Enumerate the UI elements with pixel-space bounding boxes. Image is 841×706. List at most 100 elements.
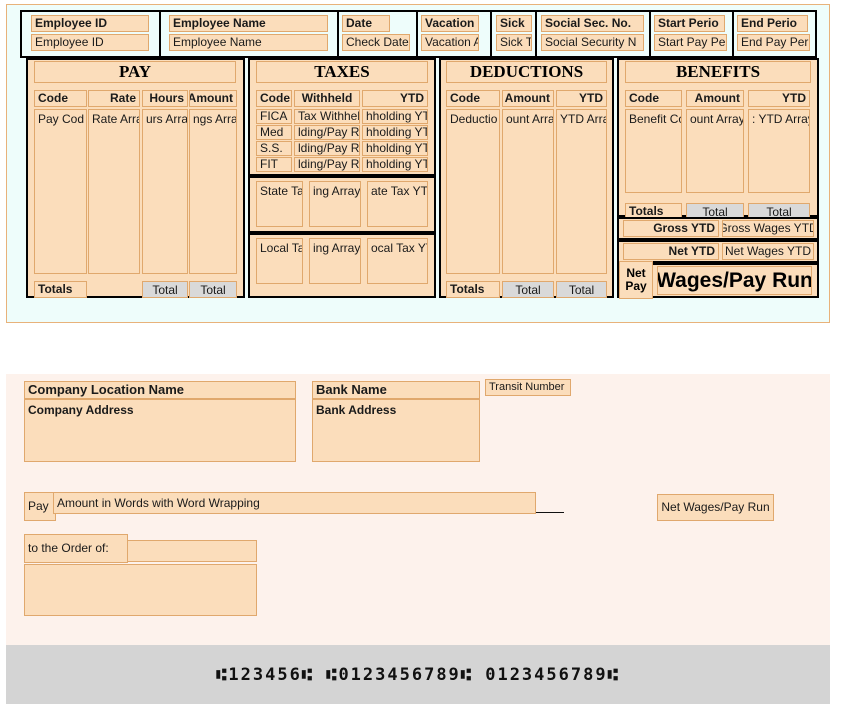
- tax-row-amt-ss[interactable]: lding/Pay Run: [294, 141, 360, 156]
- pay-header-hours: Hours: [142, 90, 188, 107]
- pay-words-label: Pay: [24, 492, 56, 521]
- pay-words-rule: [536, 512, 564, 513]
- header-separator: [20, 10, 22, 58]
- label-employee-id: Employee ID: [31, 15, 149, 32]
- check-panel: Company Location Name Company Address Ba…: [6, 374, 830, 656]
- benefits-cell-ytd[interactable]: : YTD Array: [748, 109, 810, 193]
- pay-totals-label: Totals: [34, 281, 87, 298]
- tax-row-ytd-fit[interactable]: hholding YTD: [362, 157, 428, 172]
- gross-ytd-value[interactable]: Gross Wages YTD: [722, 220, 814, 237]
- benefits-cell-code[interactable]: Benefit Co: [625, 109, 682, 193]
- bank-address[interactable]: Bank Address: [312, 399, 480, 462]
- right-edge: [834, 0, 841, 706]
- benefits-header-code: Code: [625, 90, 682, 107]
- state-tax-ytd[interactable]: ate Tax YTD: [367, 181, 428, 227]
- pay-cell-amount[interactable]: ngs Array: [189, 109, 237, 274]
- deductions-cell-ytd[interactable]: YTD Array: [556, 109, 607, 274]
- local-tax-amount[interactable]: ing Array: [309, 238, 361, 284]
- deductions-header-amount: Amount: [502, 90, 554, 107]
- company-location-name[interactable]: Company Location Name: [24, 381, 296, 399]
- net-pay-label: Net Pay: [619, 261, 653, 299]
- paycheck-form-page: Employee ID Employee ID Employee Name Em…: [0, 0, 841, 706]
- taxes-header-withheld: Withheld: [294, 90, 360, 107]
- net-pay-label-line2: Pay: [625, 279, 647, 293]
- pay-stub-panel: Employee ID Employee ID Employee Name Em…: [6, 4, 830, 323]
- tax-row-amt-fit[interactable]: lding/Pay Run: [294, 157, 360, 172]
- benefits-header-amount: Amount: [686, 90, 744, 107]
- value-start-period[interactable]: Start Pay Peri: [654, 34, 727, 51]
- header-separator: [159, 10, 161, 58]
- label-date: Date: [342, 15, 390, 32]
- value-vacation[interactable]: Vacation A: [421, 34, 479, 51]
- value-employee-name[interactable]: Employee Name: [169, 34, 328, 51]
- value-check-date[interactable]: Check Date: [342, 34, 410, 51]
- pay-header-amount: Amount: [189, 90, 237, 107]
- label-vacation: Vacation: [421, 15, 479, 32]
- company-address[interactable]: Company Address: [24, 399, 296, 462]
- bank-name[interactable]: Bank Name: [312, 381, 480, 399]
- net-ytd-value[interactable]: Net Wages YTD: [722, 243, 814, 260]
- net-wages-amount[interactable]: Net Wages/Pay Run: [657, 494, 774, 521]
- micr-band: ⑆123456⑆ ⑆0123456789⑆ 0123456789⑆: [6, 645, 830, 704]
- value-end-period[interactable]: End Pay Perio: [737, 34, 810, 51]
- label-end-period: End Perio: [737, 15, 808, 32]
- tax-row-code-ss[interactable]: S.S.: [256, 141, 292, 156]
- taxes-title: TAXES: [256, 61, 428, 83]
- deductions-total-amount: Total: [502, 281, 554, 298]
- pay-total-amount: Total: [189, 281, 237, 298]
- deductions-total-ytd: Total: [556, 281, 607, 298]
- pay-cell-hours[interactable]: urs Array: [142, 109, 188, 274]
- header-separator: [535, 10, 537, 58]
- value-social-security-number[interactable]: Social Security N: [541, 34, 644, 51]
- label-sick: Sick: [496, 15, 532, 32]
- benefits-cell-amount[interactable]: ount Array: [686, 109, 744, 193]
- header-separator: [416, 10, 418, 58]
- taxes-header-code: Code: [256, 90, 292, 107]
- state-tax-code[interactable]: State Ta: [256, 181, 303, 227]
- pay-cell-rate[interactable]: Rate Array: [88, 109, 140, 274]
- value-employee-id[interactable]: Employee ID: [31, 34, 149, 51]
- header-separator: [815, 10, 817, 58]
- deductions-totals-label: Totals: [446, 281, 500, 298]
- tax-row-code-fit[interactable]: FIT: [256, 157, 292, 172]
- deductions-cell-amount[interactable]: ount Array: [502, 109, 554, 274]
- pay-total-hours: Total: [142, 281, 188, 298]
- tax-row-amt-med[interactable]: lding/Pay Run: [294, 125, 360, 140]
- tax-row-code-fica[interactable]: FICA: [256, 109, 292, 124]
- label-start-period: Start Perio: [654, 15, 725, 32]
- tax-row-amt-fica[interactable]: Tax Withheld: [294, 109, 360, 124]
- micr-line: ⑆123456⑆ ⑆0123456789⑆ 0123456789⑆: [216, 664, 620, 685]
- deductions-cell-code[interactable]: Deductio: [446, 109, 500, 274]
- net-ytd-label: Net YTD: [623, 243, 719, 260]
- tax-row-ytd-med[interactable]: hholding YTD: [362, 125, 428, 140]
- deductions-title: DEDUCTIONS: [446, 61, 607, 83]
- pay-header-code: Code: [34, 90, 87, 107]
- payee-block[interactable]: [24, 564, 257, 616]
- tax-row-code-med[interactable]: Med: [256, 125, 292, 140]
- tax-row-ytd-ss[interactable]: hholding YTD: [362, 141, 428, 156]
- order-of-label: to the Order of:: [24, 534, 128, 563]
- header-separator: [337, 10, 339, 58]
- pay-title: PAY: [34, 61, 236, 83]
- benefits-title: BENEFITS: [625, 61, 811, 83]
- net-pay-value[interactable]: Wages/Pay Run: [657, 266, 812, 295]
- pay-cell-code[interactable]: Pay Cod: [34, 109, 87, 274]
- local-tax-code[interactable]: Local Ta: [256, 238, 303, 284]
- local-tax-ytd[interactable]: ocal Tax YTD: [367, 238, 428, 284]
- header-separator: [732, 10, 734, 58]
- value-sick[interactable]: Sick T: [496, 34, 532, 51]
- payee-line-1[interactable]: [127, 540, 257, 562]
- tax-row-ytd-fica[interactable]: hholding YTD: [362, 109, 428, 124]
- gross-ytd-label: Gross YTD: [623, 220, 719, 237]
- header-separator: [490, 10, 492, 58]
- pay-header-rate: Rate: [88, 90, 140, 107]
- label-social-security-number: Social Sec. No.: [541, 15, 644, 32]
- transit-number[interactable]: Transit Number: [485, 379, 571, 396]
- deductions-header-code: Code: [446, 90, 500, 107]
- deductions-header-ytd: YTD: [556, 90, 607, 107]
- amount-in-words[interactable]: Amount in Words with Word Wrapping: [53, 492, 536, 514]
- header-separator: [649, 10, 651, 58]
- state-tax-amount[interactable]: ing Array: [309, 181, 361, 227]
- taxes-header-ytd: YTD: [362, 90, 428, 107]
- label-employee-name: Employee Name: [169, 15, 328, 32]
